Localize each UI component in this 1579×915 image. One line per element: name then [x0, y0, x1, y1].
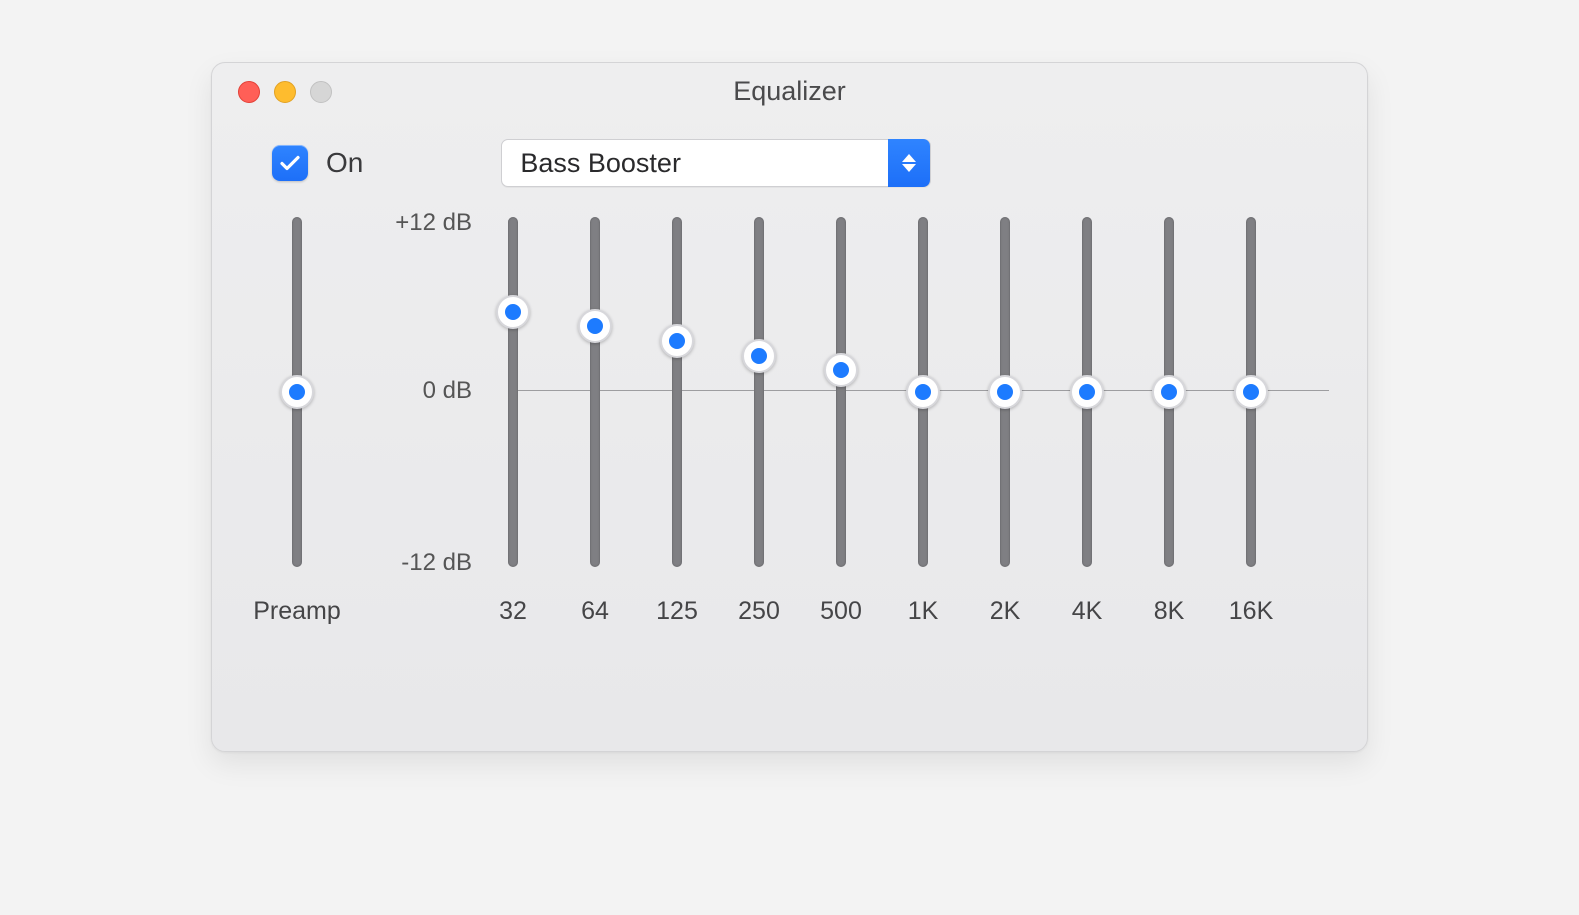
band-16k-label: 16K [1229, 597, 1273, 626]
preset-select[interactable]: Bass Booster [501, 139, 931, 187]
preamp-label: Preamp [253, 597, 341, 626]
band-2k-label: 2K [990, 597, 1021, 626]
band-32-slider[interactable] [508, 217, 518, 567]
band-4k-label: 4K [1072, 597, 1103, 626]
on-checkbox[interactable] [272, 145, 308, 181]
close-button[interactable] [238, 81, 260, 103]
equalizer-window: Equalizer On Bass Booster +12 dB 0 dB -1… [211, 62, 1368, 752]
band-125-slider[interactable] [672, 217, 682, 567]
traffic-lights [238, 81, 332, 103]
scale-label-mid: 0 dB [364, 377, 472, 405]
scale-label-min: -12 dB [364, 549, 472, 577]
band-1k-label: 1K [908, 597, 939, 626]
band-250-slider[interactable] [754, 217, 764, 567]
band-2k-slider[interactable] [1000, 217, 1010, 567]
band-8k-knob[interactable] [1152, 375, 1186, 409]
preamp-slider[interactable] [292, 217, 302, 567]
preset-selected-label: Bass Booster [502, 148, 888, 179]
band-500-slider[interactable] [836, 217, 846, 567]
maximize-button[interactable] [310, 81, 332, 103]
on-label: On [326, 147, 363, 179]
preset-stepper[interactable] [888, 139, 930, 187]
band-16k-knob[interactable] [1234, 375, 1268, 409]
band-1k-knob[interactable] [906, 375, 940, 409]
band-8k-slider[interactable] [1164, 217, 1174, 567]
preamp-knob[interactable] [280, 375, 314, 409]
band-8k-label: 8K [1154, 597, 1185, 626]
band-4k-knob[interactable] [1070, 375, 1104, 409]
band-250-knob[interactable] [742, 339, 776, 373]
band-32-label: 32 [499, 597, 527, 626]
window-title: Equalizer [212, 63, 1367, 119]
chevron-up-icon [902, 154, 916, 162]
band-16k-slider[interactable] [1246, 217, 1256, 567]
band-125-label: 125 [656, 597, 698, 626]
band-64-knob[interactable] [578, 309, 612, 343]
band-4k-slider[interactable] [1082, 217, 1092, 567]
chevron-down-icon [902, 164, 916, 172]
minimize-button[interactable] [274, 81, 296, 103]
titlebar: Equalizer [212, 63, 1367, 119]
controls-row: On Bass Booster [212, 119, 1367, 197]
band-500-knob[interactable] [824, 353, 858, 387]
band-64-slider[interactable] [590, 217, 600, 567]
band-250-label: 250 [738, 597, 780, 626]
band-64-label: 64 [581, 597, 609, 626]
band-125-knob[interactable] [660, 324, 694, 358]
band-1k-slider[interactable] [918, 217, 928, 567]
band-32-knob[interactable] [496, 295, 530, 329]
checkmark-icon [278, 151, 302, 175]
scale-label-max: +12 dB [364, 209, 472, 237]
equalizer-area: +12 dB 0 dB -12 dB Preamp 32 64 125 250 500 1K… [212, 197, 1367, 717]
band-500-label: 500 [820, 597, 862, 626]
band-2k-knob[interactable] [988, 375, 1022, 409]
